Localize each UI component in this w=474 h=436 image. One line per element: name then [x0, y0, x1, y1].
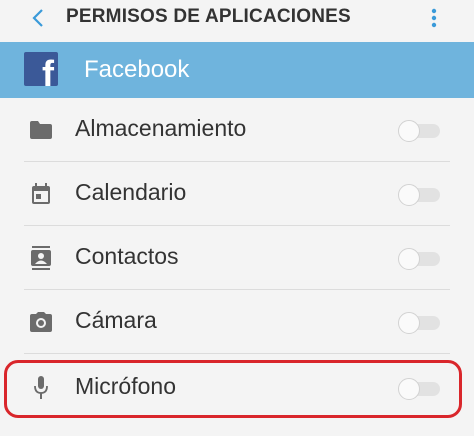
- permission-label: Contactos: [75, 243, 179, 269]
- more-options-button[interactable]: [424, 6, 444, 30]
- contacts-icon: [28, 246, 54, 270]
- permission-label: Almacenamiento: [75, 115, 247, 141]
- permission-row-calendar[interactable]: Calendario: [0, 162, 474, 226]
- permission-toggle-microphone[interactable]: [398, 378, 440, 400]
- back-button[interactable]: [24, 4, 52, 32]
- app-header: f Facebook: [0, 42, 474, 98]
- chevron-left-icon: [32, 9, 43, 27]
- more-vertical-icon: [431, 8, 437, 28]
- camera-icon: [28, 310, 54, 334]
- permission-row-camera[interactable]: Cámara: [0, 290, 474, 354]
- page-title: PERMISOS DE APLICACIONES: [66, 6, 351, 27]
- permission-row-microphone[interactable]: Micrófono: [0, 356, 474, 420]
- divider: [24, 353, 450, 354]
- top-bar: PERMISOS DE APLICACIONES: [0, 0, 474, 42]
- microphone-icon: [28, 376, 54, 400]
- facebook-logo-icon: f: [24, 52, 58, 86]
- calendar-icon: [28, 182, 54, 206]
- permission-toggle-camera[interactable]: [398, 312, 440, 334]
- permission-toggle-calendar[interactable]: [398, 184, 440, 206]
- permission-toggle-contacts[interactable]: [398, 248, 440, 270]
- permission-label: Calendario: [75, 179, 187, 205]
- permission-label: Cámara: [75, 307, 157, 333]
- folder-icon: [28, 118, 54, 142]
- app-name: Facebook: [84, 56, 190, 83]
- permission-label: Micrófono: [75, 373, 176, 399]
- permission-toggle-storage[interactable]: [398, 120, 440, 142]
- permission-row-contacts[interactable]: Contactos: [0, 226, 474, 290]
- permission-row-storage[interactable]: Almacenamiento: [0, 98, 474, 162]
